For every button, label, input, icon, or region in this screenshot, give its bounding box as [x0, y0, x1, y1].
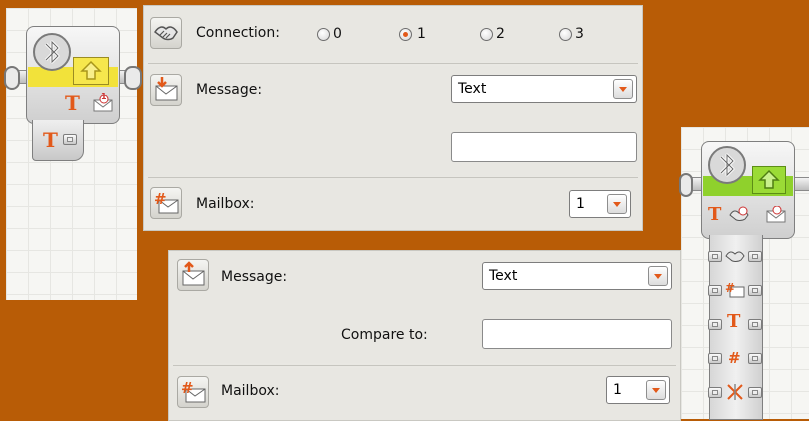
bluetooth-send-icon [31, 31, 77, 77]
receive-message-label: Message: [221, 269, 288, 285]
text-plug-glyph: T [708, 204, 722, 225]
connection-option-1: 1 [417, 26, 426, 42]
hub-plug-out[interactable] [748, 251, 762, 262]
hub-plug-out[interactable] [748, 353, 762, 364]
text-plug-glyph: T [43, 128, 58, 152]
connection-option-3: 3 [575, 26, 584, 42]
chevron-down-icon[interactable] [648, 266, 668, 286]
message-text-input[interactable] [451, 132, 637, 162]
chevron-down-icon[interactable] [646, 380, 666, 400]
handshake-icon [150, 17, 182, 49]
send-arrow-icon [73, 57, 109, 85]
receive-config-panel: Message: Text Compare to: # Mailbox: 1 [168, 250, 681, 421]
svg-text:#: # [181, 379, 194, 397]
text-plug-glyph: T [727, 311, 741, 332]
connection-radio-0[interactable] [317, 28, 330, 41]
send-data-hub[interactable]: T [32, 120, 84, 161]
mailbox-number-icon: # [724, 279, 746, 301]
separator [173, 365, 676, 366]
connection-radio-2[interactable] [480, 28, 493, 41]
receive-block[interactable]: T [701, 141, 795, 239]
receive-type-select[interactable]: Text [482, 262, 672, 290]
svg-text:#: # [154, 190, 167, 208]
connection-radio-1[interactable] [399, 28, 412, 41]
message-in-icon [150, 74, 182, 106]
bluetooth-receive-icon [706, 144, 752, 190]
mailbox-select[interactable]: 1 [569, 190, 631, 218]
text-plug-glyph: T [65, 91, 80, 115]
receive-data-hub[interactable]: # T # [708, 235, 763, 420]
message-plug-icon [766, 205, 786, 223]
receive-mailbox-label: Mailbox: [221, 383, 280, 399]
svg-text:#: # [728, 349, 741, 367]
hub-plug-text-out[interactable] [63, 134, 77, 145]
beam-connector-left [4, 66, 20, 90]
receive-mailbox-value: 1 [613, 382, 622, 398]
connection-option-0: 0 [333, 26, 342, 42]
send-config-panel: Connection: 0 1 2 3 Message: Text # Mail… [143, 5, 643, 231]
hub-plug-in[interactable] [708, 319, 722, 330]
hub-plug-out[interactable] [748, 319, 762, 330]
message-row: Message: Text [144, 66, 642, 176]
connection-radio-3[interactable] [559, 28, 572, 41]
hub-plug-out[interactable] [748, 285, 762, 296]
beam-connector-right [124, 66, 142, 90]
message-out-icon [177, 259, 209, 291]
receive-message-row: Message: Text Compare to: [169, 251, 680, 363]
receive-mailbox-row: # Mailbox: 1 [169, 368, 680, 420]
message-label: Message: [196, 82, 263, 98]
chevron-down-icon[interactable] [607, 194, 627, 214]
hub-plug-in[interactable] [708, 285, 722, 296]
hub-plug-in[interactable] [708, 251, 722, 262]
mailbox-label: Mailbox: [196, 196, 255, 212]
separator [148, 63, 638, 64]
mailbox-number-icon: # [150, 187, 182, 219]
handshake-icon [724, 247, 746, 265]
logic-plug-icon [724, 381, 746, 403]
separator [148, 177, 638, 178]
beam-connector-left [679, 173, 693, 197]
connection-row: Connection: 0 1 2 3 [144, 6, 642, 62]
message-plug-icon: 1 [93, 92, 113, 112]
chevron-down-icon[interactable] [613, 79, 633, 99]
hub-plug-out[interactable] [748, 387, 762, 398]
compare-to-label: Compare to: [341, 327, 428, 343]
mailbox-number-icon: # [177, 376, 209, 408]
mailbox-value: 1 [576, 196, 585, 212]
mailbox-row: # Mailbox: 1 [144, 180, 642, 230]
message-type-value: Text [458, 81, 487, 97]
connection-plug-icon [728, 206, 750, 224]
hub-plug-in[interactable] [708, 353, 722, 364]
connection-label: Connection: [196, 25, 280, 41]
receive-block-canvas: T # T # [679, 127, 809, 420]
compare-to-input[interactable] [482, 319, 672, 349]
number-plug-icon: # [724, 347, 746, 369]
message-type-select[interactable]: Text [451, 75, 637, 103]
svg-text:#: # [725, 281, 735, 295]
receive-mailbox-select[interactable]: 1 [606, 376, 670, 404]
connection-option-2: 2 [496, 26, 505, 42]
send-block[interactable]: T 1 [26, 26, 120, 124]
hub-plug-in[interactable] [708, 387, 722, 398]
receive-type-value: Text [489, 268, 518, 284]
receive-arrow-icon [752, 166, 786, 194]
send-block-canvas: T 1 T [4, 8, 142, 300]
number-badge: 1 [101, 92, 107, 101]
